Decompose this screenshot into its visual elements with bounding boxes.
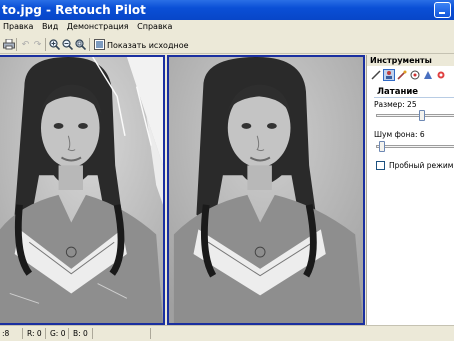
tools-panel: Инструменты Латание Размер: 25 Шум фона:… [366, 55, 454, 325]
print-icon[interactable] [2, 38, 15, 51]
status-a: :8 [2, 329, 10, 338]
status-separator [45, 328, 46, 339]
title-bar: to.jpg - Retouch Pilot [0, 0, 454, 20]
size-label: Размер: 25 [374, 100, 417, 109]
patch-icon[interactable] [396, 69, 408, 81]
toolbar-separator [45, 38, 46, 51]
section-divider [374, 97, 454, 98]
image-workarea [0, 55, 366, 325]
retouched-image-pane[interactable] [167, 55, 365, 325]
status-separator [150, 328, 151, 339]
slider-track [376, 145, 454, 148]
stamp-icon[interactable] [383, 69, 395, 81]
menu-edit[interactable]: Правка [0, 20, 36, 33]
zoom-out-icon[interactable] [61, 38, 74, 51]
slider-thumb[interactable] [419, 110, 425, 121]
retouched-photo [169, 57, 363, 323]
show-original-button[interactable]: Показать исходное [94, 38, 189, 52]
window-title: to.jpg - Retouch Pilot [2, 3, 146, 17]
status-red: R: 0 [27, 329, 42, 338]
panel-title: Инструменты [367, 55, 454, 66]
zoom-in-icon[interactable] [48, 38, 61, 51]
show-original-icon [94, 38, 105, 52]
status-blue: B: 0 [73, 329, 88, 338]
show-original-label: Показать исходное [107, 40, 189, 50]
status-separator [22, 328, 23, 339]
status-separator [68, 328, 69, 339]
menu-help[interactable]: Справка [134, 20, 175, 33]
slider-thumb[interactable] [379, 141, 385, 152]
menu-demo[interactable]: Демонстрация [64, 20, 132, 33]
status-bar: :8 R: 0 G: 0 B: 0 [0, 325, 454, 341]
menu-bar: Правка Вид Демонстрация Справка [0, 20, 454, 36]
slider-track [376, 114, 454, 117]
redo-icon[interactable]: ↷ [31, 38, 44, 51]
noise-label: Шум фона: 6 [374, 130, 425, 139]
toolbar: ↶ ↷ Показать исходное [0, 36, 454, 54]
sharpen-icon[interactable] [422, 69, 434, 81]
fill-icon[interactable] [435, 69, 447, 81]
trial-mode-label: Пробный режим [389, 161, 454, 170]
trial-mode-checkbox[interactable] [376, 161, 385, 170]
brush-icon[interactable] [370, 69, 382, 81]
status-separator [92, 328, 93, 339]
section-title: Латание [377, 87, 419, 97]
eye-icon[interactable] [409, 69, 421, 81]
noise-slider[interactable] [376, 141, 454, 153]
toolbar-separator [16, 38, 17, 51]
minimize-button[interactable] [434, 2, 451, 18]
status-green: G: 0 [50, 329, 66, 338]
toolbar-separator [89, 38, 90, 51]
size-slider[interactable] [376, 110, 454, 122]
zoom-fit-icon[interactable] [74, 38, 87, 51]
tool-row [367, 67, 454, 83]
original-photo [0, 57, 163, 323]
original-image-pane[interactable] [0, 55, 165, 325]
menu-view[interactable]: Вид [39, 20, 61, 33]
